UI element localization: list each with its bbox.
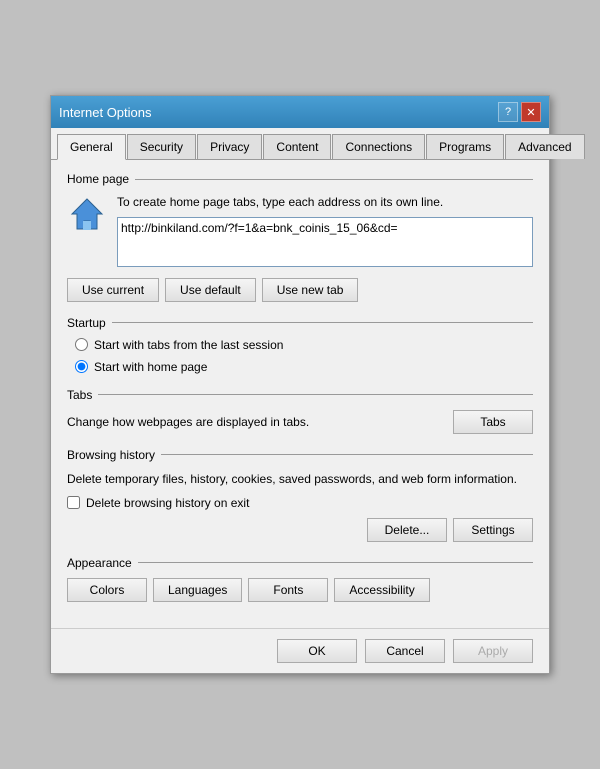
tab-connections[interactable]: Connections	[332, 134, 425, 159]
colors-button[interactable]: Colors	[67, 578, 147, 602]
appearance-divider	[138, 562, 533, 563]
browsing-divider	[161, 454, 533, 455]
accessibility-button[interactable]: Accessibility	[334, 578, 429, 602]
tabs-section: Tabs Change how webpages are displayed i…	[67, 388, 533, 434]
browsing-description: Delete temporary files, history, cookies…	[67, 470, 533, 488]
fonts-button[interactable]: Fonts	[248, 578, 328, 602]
tabs-bar: General Security Privacy Content Connect…	[51, 128, 549, 160]
tab-general[interactable]: General	[57, 134, 126, 160]
title-bar: Internet Options ? ✕	[51, 96, 549, 128]
apply-button[interactable]: Apply	[453, 639, 533, 663]
tab-advanced[interactable]: Advanced	[505, 134, 584, 159]
startup-option2[interactable]: Start with home page	[75, 360, 533, 374]
help-button[interactable]: ?	[498, 102, 518, 122]
home-page-section: Home page To create home page tabs, type…	[67, 172, 533, 302]
use-current-button[interactable]: Use current	[67, 278, 159, 302]
tabs-divider	[98, 394, 533, 395]
close-button[interactable]: ✕	[521, 102, 541, 122]
home-page-description: To create home page tabs, type each addr…	[117, 194, 533, 211]
use-new-tab-button[interactable]: Use new tab	[262, 278, 359, 302]
appearance-section: Appearance Colors Languages Fonts Access…	[67, 556, 533, 602]
home-page-url-input[interactable]: http://binkiland.com/?f=1&a=bnk_coinis_1…	[117, 217, 533, 267]
tabs-section-label: Tabs	[67, 388, 98, 402]
home-page-label: Home page	[67, 172, 135, 186]
startup-section: Startup Start with tabs from the last se…	[67, 316, 533, 374]
browsing-history-label: Browsing history	[67, 448, 161, 462]
delete-history-label: Delete browsing history on exit	[86, 496, 249, 510]
home-icon	[67, 194, 107, 234]
cancel-button[interactable]: Cancel	[365, 639, 445, 663]
dialog-footer: OK Cancel Apply	[51, 628, 549, 673]
startup-option1[interactable]: Start with tabs from the last session	[75, 338, 533, 352]
startup-radio2[interactable]	[75, 360, 88, 373]
languages-button[interactable]: Languages	[153, 578, 242, 602]
tab-programs[interactable]: Programs	[426, 134, 504, 159]
delete-history-checkbox-label[interactable]: Delete browsing history on exit	[67, 496, 533, 510]
tabs-button[interactable]: Tabs	[453, 410, 533, 434]
tab-privacy[interactable]: Privacy	[197, 134, 262, 159]
tabs-description: Change how webpages are displayed in tab…	[67, 415, 453, 429]
tab-security[interactable]: Security	[127, 134, 196, 159]
appearance-label: Appearance	[67, 556, 138, 570]
delete-button[interactable]: Delete...	[367, 518, 447, 542]
startup-radio1[interactable]	[75, 338, 88, 351]
history-settings-button[interactable]: Settings	[453, 518, 533, 542]
ok-button[interactable]: OK	[277, 639, 357, 663]
startup-divider	[112, 322, 533, 323]
use-default-button[interactable]: Use default	[165, 278, 256, 302]
startup-option1-label: Start with tabs from the last session	[94, 338, 283, 352]
home-page-divider	[135, 179, 533, 180]
startup-option2-label: Start with home page	[94, 360, 207, 374]
tab-content[interactable]: Content	[263, 134, 331, 159]
browsing-history-section: Browsing history Delete temporary files,…	[67, 448, 533, 542]
dialog-title: Internet Options	[59, 105, 152, 120]
startup-label: Startup	[67, 316, 112, 330]
delete-history-checkbox[interactable]	[67, 496, 80, 509]
